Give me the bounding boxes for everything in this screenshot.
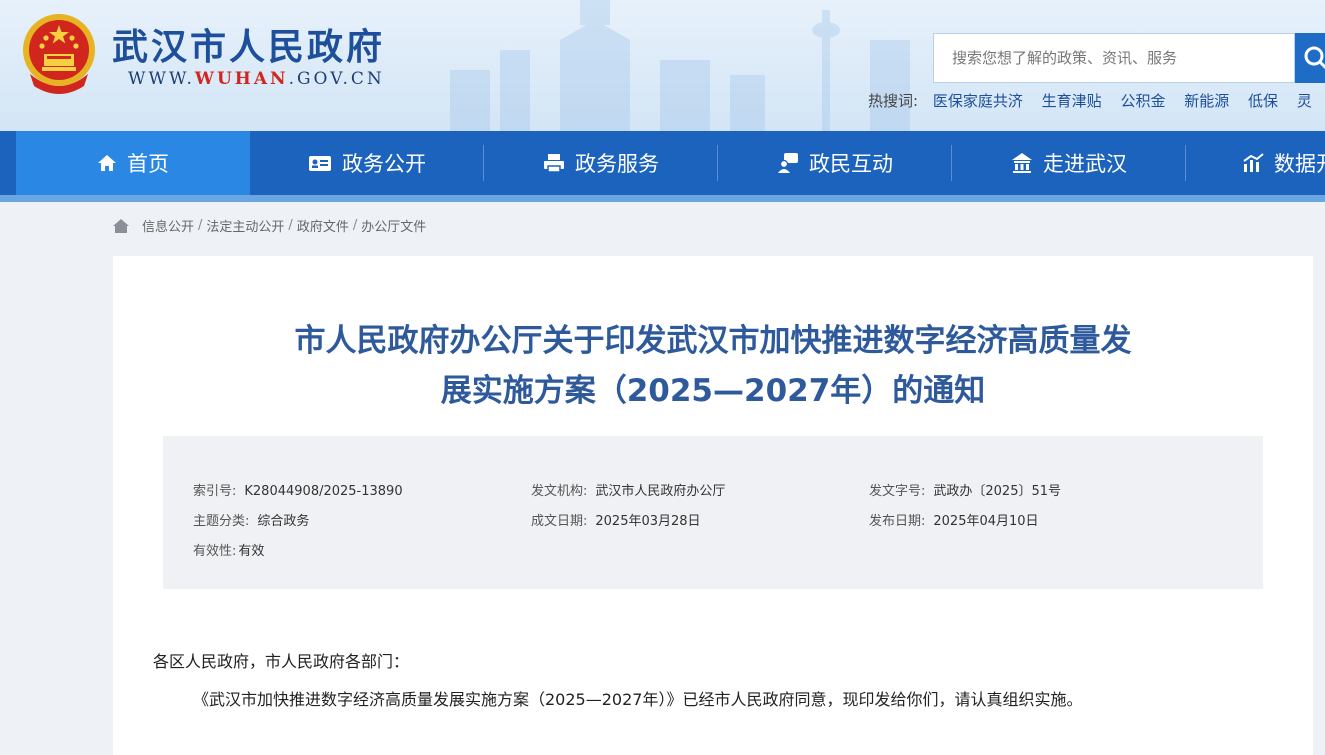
meta-published-date: 发布日期: 2025年04月10日 — [869, 514, 1039, 529]
hot-keyword[interactable]: 灵 — [1297, 92, 1312, 110]
meta-topic: 主题分类: 综合政务 — [193, 514, 310, 529]
site-url: WWW.WUHAN.GOV.CN — [128, 69, 385, 89]
meta-validity: 有效性: 有效 — [193, 544, 265, 559]
nav-item-interaction[interactable]: 政民互动 — [718, 131, 952, 195]
chart-icon — [1242, 153, 1264, 173]
nav-item-label: 首页 — [127, 152, 169, 176]
site-header: 武汉市人民政府 WWW.WUHAN.GOV.CN 热搜词: 医保家庭共济 生育津… — [0, 0, 1325, 131]
breadcrumb: 信息公开 / 法定主动公开 / 政府文件 / 办公厅文件 — [112, 216, 426, 235]
nav-item-label: 政务公开 — [342, 152, 426, 176]
search-icon — [1304, 46, 1325, 70]
home-icon[interactable] — [112, 218, 130, 234]
breadcrumb-link[interactable]: 政府文件 — [297, 216, 349, 235]
meta-doc-no: 发文字号: 武政办〔2025〕51号 — [869, 484, 1062, 499]
id-card-icon — [308, 153, 332, 173]
city-skyline-decoration — [450, 0, 910, 131]
nav-item-label: 数据开 — [1274, 152, 1325, 176]
nav-item-open-data[interactable]: 数据开 — [1186, 131, 1325, 195]
chat-user-icon — [777, 152, 799, 174]
national-emblem-logo — [23, 14, 95, 94]
meta-issuer: 发文机构: 武汉市人民政府办公厅 — [531, 484, 726, 499]
site-title[interactable]: 武汉市人民政府 — [112, 18, 385, 70]
nav-item-label: 政民互动 — [809, 152, 893, 176]
hot-search-bar: 热搜词: 医保家庭共济 生育津贴 公积金 新能源 低保 灵 — [868, 90, 1325, 111]
search-input[interactable] — [934, 34, 1294, 82]
nav-item-about-wuhan[interactable]: 走进武汉 — [952, 131, 1186, 195]
document-body-paragraph: 《武汉市加快推进数字经济高质量发展实施方案（2025—2027年）》已经市人民政… — [193, 690, 1083, 709]
search-box — [933, 33, 1295, 83]
hot-keyword[interactable]: 生育津贴 — [1042, 92, 1102, 110]
document-metadata: 索引号: K28044908/2025-13890 发文机构: 武汉市人民政府办公厅… — [163, 436, 1263, 589]
search-button[interactable] — [1295, 33, 1325, 83]
main-nav: 首页 政务公开 政务服务 政民互动 走进武汉 数据开 — [0, 131, 1325, 195]
hot-keyword[interactable]: 低保 — [1248, 92, 1278, 110]
meta-index-no: 索引号: K28044908/2025-13890 — [193, 484, 403, 499]
document-panel: 市人民政府办公厅关于印发武汉市加快推进数字经济高质量发 展实施方案（2025—2… — [113, 256, 1313, 755]
printer-icon — [543, 153, 565, 173]
document-title: 市人民政府办公厅关于印发武汉市加快推进数字经济高质量发 展实施方案（2025—2… — [294, 323, 1132, 409]
nav-item-home[interactable]: 首页 — [16, 131, 250, 195]
document-salutation: 各区人民政府，市人民政府各部门： — [153, 652, 410, 671]
breadcrumb-link[interactable]: 法定主动公开 — [206, 216, 284, 235]
nav-item-label: 政务服务 — [575, 152, 659, 176]
breadcrumb-link[interactable]: 信息公开 — [142, 216, 194, 235]
nav-item-gov-services[interactable]: 政务服务 — [484, 131, 718, 195]
hot-keyword[interactable]: 公积金 — [1120, 92, 1165, 110]
nav-underline — [0, 195, 1325, 202]
home-icon — [97, 153, 117, 173]
nav-item-label: 走进武汉 — [1043, 152, 1127, 176]
building-icon — [1011, 152, 1033, 174]
hot-keyword[interactable]: 新能源 — [1184, 92, 1229, 110]
breadcrumb-link[interactable]: 办公厅文件 — [361, 216, 426, 235]
hot-search-label: 热搜词: — [868, 92, 919, 110]
meta-created-date: 成文日期: 2025年03月28日 — [531, 514, 701, 529]
nav-item-gov-affairs-open[interactable]: 政务公开 — [250, 131, 484, 195]
hot-keyword[interactable]: 医保家庭共济 — [933, 92, 1023, 110]
